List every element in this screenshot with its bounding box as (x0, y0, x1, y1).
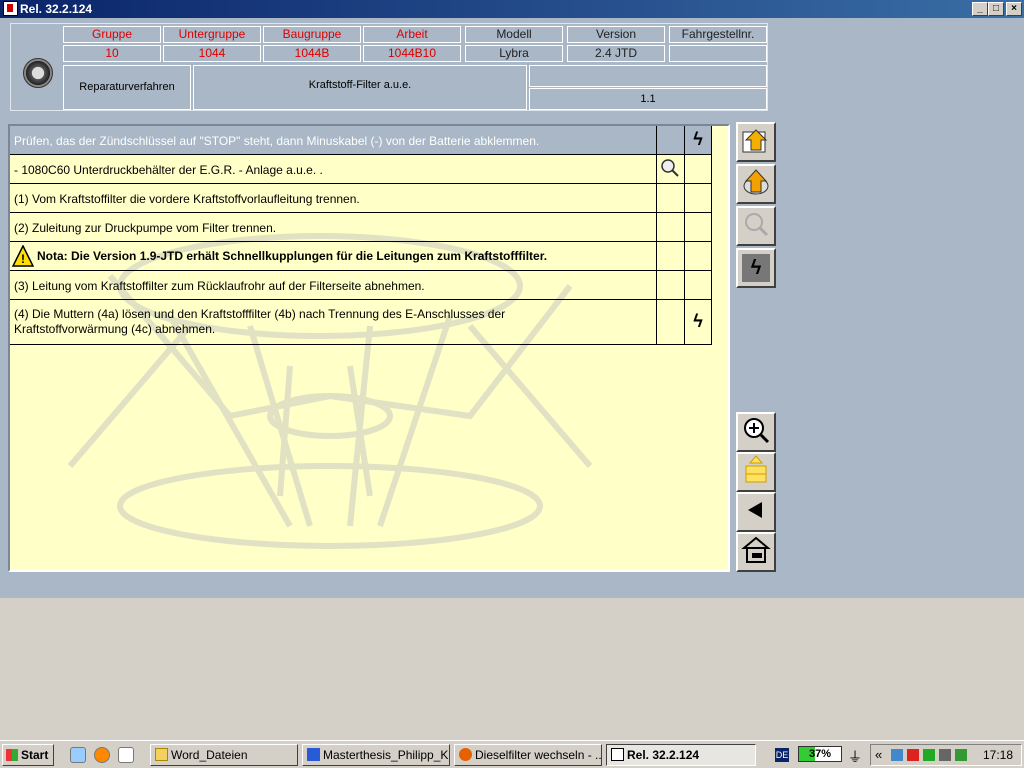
window-titlebar: Rel. 32.2.124 _ □ × (0, 0, 1024, 18)
task-label: Word_Dateien (171, 748, 248, 762)
col-fahrgestell-value (669, 45, 767, 62)
step-text: (4) Die Muttern (4a) lösen und den Kraft… (14, 307, 506, 336)
procedure-revision: 1.1 (529, 88, 767, 110)
app-icon (611, 748, 624, 761)
clock[interactable]: 17:18 (983, 748, 1013, 762)
step-row: - 1080C60 Unterdruckbehälter der E.G.R. … (10, 155, 712, 184)
col-baugruppe-value: 1044B (263, 45, 361, 62)
firefox-quicklaunch-icon[interactable] (94, 747, 110, 763)
lightning-button[interactable]: ϟ (736, 248, 776, 288)
col-arbeit-value: 1044B10 (363, 45, 461, 62)
signal-icon[interactable] (923, 749, 935, 761)
start-button[interactable]: Start (2, 744, 54, 766)
monitor-icon[interactable] (939, 749, 951, 761)
folder-up-button[interactable] (736, 122, 776, 162)
task-word-dateien[interactable]: Word_Dateien (150, 744, 298, 766)
zoom-in-button[interactable] (736, 412, 776, 452)
home-car-button[interactable] (736, 532, 776, 572)
step-row: (2) Zuleitung zur Druckpumpe vom Filter … (10, 213, 712, 242)
col-fahrgestell-label: Fahrgestellnr. (669, 26, 767, 43)
app-icon (3, 1, 18, 16)
lightning-icon: ϟ (742, 254, 770, 282)
header-col-icon (656, 126, 684, 154)
folder-icon (155, 748, 168, 761)
system-tray: « 17:18 (870, 744, 1022, 766)
task-rel[interactable]: Rel. 32.2.124 (606, 744, 756, 766)
procedure-content: Prüfen, das der Zündschlüssel auf "STOP"… (8, 124, 730, 572)
header-panel: Gruppe 10 Untergruppe 1044 Baugruppe 104… (10, 23, 768, 111)
zoom-in-icon (744, 418, 770, 444)
app-main: Gruppe 10 Untergruppe 1044 Baugruppe 104… (0, 18, 1024, 598)
step-row: (4) Die Muttern (4a) lösen und den Kraft… (10, 300, 712, 345)
warning-icon: ! (11, 244, 35, 267)
col-modell-label: Modell (465, 26, 563, 43)
back-button[interactable] (736, 492, 776, 532)
maximize-button[interactable]: □ (988, 2, 1004, 16)
network-icon[interactable] (891, 749, 903, 761)
col-gruppe-value: 10 (63, 45, 161, 62)
step-row: (1) Vom Kraftstoffilter die vordere Kraf… (10, 184, 712, 213)
step-lightning-cell[interactable]: ϟ (684, 300, 712, 344)
battery-label: 37% (808, 748, 832, 760)
magnifier-button[interactable] (736, 206, 776, 246)
magnifier-icon[interactable] (657, 155, 683, 181)
task-label: Rel. 32.2.124 (627, 748, 700, 762)
step-header-row: Prüfen, das der Zündschlüssel auf "STOP"… (10, 126, 712, 155)
col-untergruppe-value: 1044 (163, 45, 261, 62)
bug-up-button[interactable] (736, 164, 776, 204)
back-arrow-icon (748, 502, 762, 518)
step-row: (3) Leitung vom Kraftstoffilter zum Rück… (10, 271, 712, 300)
col-version-value: 2.4 JTD (567, 45, 665, 62)
step-text: (2) Zuleitung zur Druckpumpe vom Filter … (14, 221, 277, 235)
lancia-logo (23, 58, 53, 88)
battery-indicator[interactable]: 37% (798, 746, 842, 762)
procedure-label: Reparaturverfahren (63, 65, 191, 110)
col-baugruppe-label: Baugruppe (263, 26, 361, 43)
ie-quicklaunch-icon[interactable] (70, 747, 86, 763)
step-text: (1) Vom Kraftstoffilter die vordere Kraf… (14, 192, 360, 206)
col-version-label: Version (567, 26, 665, 43)
procedure-blank-box (529, 65, 767, 87)
stack-icon (745, 455, 767, 483)
word-icon (307, 748, 320, 761)
taskbar: Start Word_Dateien Masterthesis_Philipp_… (0, 740, 1024, 768)
desktop-quicklaunch-icon[interactable] (118, 747, 134, 763)
tray-expand-icon[interactable]: « (875, 747, 882, 762)
header-col-lightning: ϟ (684, 126, 712, 154)
lightning-icon: ϟ (693, 129, 703, 149)
svg-text:!: ! (21, 252, 25, 266)
window-title: Rel. 32.2.124 (20, 2, 93, 16)
step-text: - 1080C60 Unterdruckbehälter der E.G.R. … (14, 163, 323, 177)
power-plug-icon: ⏚ (848, 749, 862, 765)
step-note-text: Nota: Die Version 1.9-JTD erhält Schnell… (37, 249, 548, 263)
task-label: Masterthesis_Philipp_K... (323, 748, 450, 762)
lightning-icon[interactable]: ϟ (685, 300, 711, 342)
task-label: Dieselfilter wechseln - ... (475, 748, 602, 762)
magnifier-icon (745, 213, 769, 237)
home-car-icon (741, 536, 771, 563)
close-button[interactable]: × (1006, 2, 1022, 16)
col-arbeit-label: Arbeit (363, 26, 461, 43)
desktop-area (0, 598, 1024, 740)
antivirus-icon[interactable] (907, 749, 919, 761)
step-text: (3) Leitung vom Kraftstoffilter zum Rück… (14, 279, 425, 293)
step-row-note: ! Nota: Die Version 1.9-JTD erhält Schne… (10, 242, 712, 271)
bug-up-icon (743, 169, 769, 195)
firefox-icon (459, 748, 472, 761)
minimize-button[interactable]: _ (972, 2, 988, 16)
device-icon[interactable] (955, 749, 967, 761)
col-modell-value: Lybra (465, 45, 563, 62)
procedure-title: Kraftstoff-Filter a.u.e. (193, 65, 527, 110)
task-dieselfilter[interactable]: Dieselfilter wechseln - ... (454, 744, 602, 766)
col-untergruppe-label: Untergruppe (163, 26, 261, 43)
folder-up-icon (742, 129, 768, 153)
language-indicator[interactable]: DE (775, 748, 789, 762)
col-gruppe-label: Gruppe (63, 26, 161, 43)
step-link-cell[interactable] (656, 155, 684, 183)
step-header-text: Prüfen, das der Zündschlüssel auf "STOP"… (14, 134, 540, 148)
task-masterthesis[interactable]: Masterthesis_Philipp_K... (302, 744, 450, 766)
stack-button[interactable] (736, 452, 776, 492)
